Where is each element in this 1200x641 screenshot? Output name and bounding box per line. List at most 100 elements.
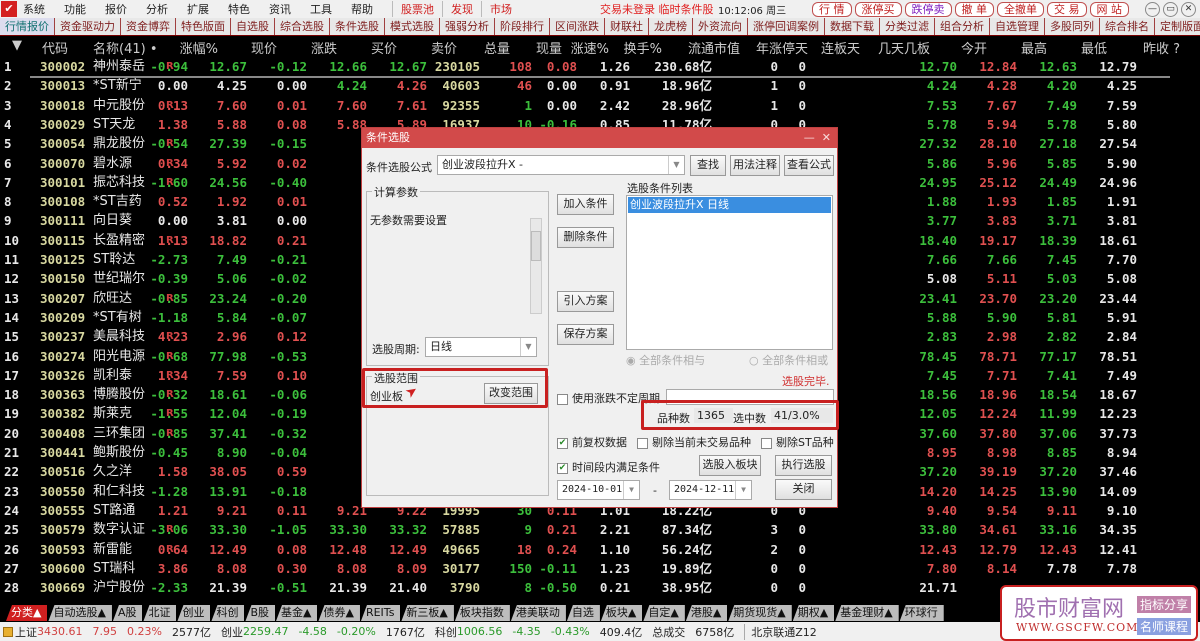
column-header[interactable]: 昨收 ? [1143,38,1180,57]
column-header[interactable]: 总量 [484,38,510,57]
column-header[interactable]: 换手% [624,38,662,57]
column-header[interactable]: 涨跌 [311,38,337,57]
tab-item[interactable]: 外资流向 [693,18,748,35]
menu-item[interactable]: 扩展 [187,1,209,17]
column-header[interactable]: 现量 [536,38,562,57]
category-tab[interactable]: 环球行 [899,605,944,621]
category-tab[interactable]: 自动选股▲ [48,605,112,621]
chevron-down-icon[interactable]: ▼ [668,156,684,174]
tab-item[interactable]: 自选管理 [990,18,1045,35]
quick-button[interactable]: 交 易 [1047,1,1087,17]
tab-item[interactable]: 定制版面 [1155,18,1200,35]
tab-item[interactable]: 区间涨跌 [550,18,605,35]
quick-button[interactable]: 涨停买 [854,1,902,17]
menu-item[interactable]: 帮助 [351,1,373,17]
quick-button[interactable]: 全撤单 [997,1,1044,17]
table-row[interactable]: 25 300579 数字认证 R -3.06 33.30 -1.05 33.30 33.32 57… [0,520,1170,539]
table-row[interactable]: 26 300593 新雷能 R 0.64 12.49 0.08 12.48 12.49 49665… [0,540,1170,559]
column-header[interactable]: 今开 [961,38,987,57]
tab-item[interactable]: 龙虎榜 [649,18,693,35]
restore-icon[interactable]: ▭ [1163,1,1178,17]
tab-item[interactable]: 资金博弈 [121,18,176,35]
category-tab[interactable]: 港股▲ [685,605,728,621]
dialog-titlebar[interactable]: 条件选股 — ✕ [362,128,837,148]
tab-item[interactable]: 阶段排行 [495,18,550,35]
save-plan-button[interactable]: 保存方案 [557,324,614,345]
chevron-down-icon[interactable]: ▼ [623,481,639,499]
tab-item[interactable]: 强弱分析 [440,18,495,35]
tab-item[interactable]: 资金驱动力 [55,18,121,35]
table-row[interactable]: 2 300013 *ST新宁 0.00 4.25 0.00 4.24 4.26 40603 46 0… [0,76,1170,95]
connection-status[interactable]: 北京联通Z12 [744,623,817,640]
category-tab[interactable]: 新三板▲ [401,605,454,621]
fq-checkbox[interactable]: ✔ 前复权数据 [557,434,627,450]
date-from-input[interactable]: 2024-10-01 ▼ [557,480,640,500]
minimize-icon[interactable]: — [1145,1,1160,17]
column-header[interactable]: 名称(41) • [93,38,158,57]
params-scrollbar[interactable] [530,218,542,314]
column-header[interactable]: 涨幅% [180,38,218,57]
category-tab[interactable]: 基金▲ [276,605,318,621]
chevron-down-icon[interactable]: ▼ [520,338,536,356]
exclude-notrade-checkbox[interactable]: 剔除当前未交易品种 [637,434,751,450]
date-to-input[interactable]: 2024-12-11 ▼ [669,480,752,500]
dialog-controls[interactable]: — ✕ [804,128,831,148]
table-row[interactable]: 3 300018 中元股份 R 0.13 7.60 0.01 7.60 7.61 92355 1 0.… [0,96,1170,115]
close-button[interactable]: 关闭 [775,479,832,500]
close-icon[interactable]: ✕ [1181,1,1196,17]
tab-item[interactable]: 组合分析 [935,18,990,35]
tab-item[interactable]: 涨停回调案例 [748,18,825,35]
quick-button[interactable]: 撤 单 [954,1,994,17]
menu-item[interactable]: 功能 [64,1,86,17]
category-tab[interactable]: B股 [245,605,276,621]
menu-item[interactable]: 特色 [228,1,250,17]
import-plan-button[interactable]: 引入方案 [557,291,614,312]
column-header[interactable]: 年涨停天 [756,38,808,57]
column-header[interactable]: 卖价 [431,38,457,57]
tab-item[interactable]: 综合排名 [1100,18,1155,35]
category-tab[interactable]: 自定▲ [643,605,685,621]
condition-list-item[interactable]: 创业波段拉升X 日线 [628,197,831,213]
column-header[interactable]: 最高 [1021,38,1047,57]
category-tab[interactable]: 创业 [177,605,211,621]
column-header[interactable]: 涨速% [571,38,609,57]
menu-item[interactable]: 资讯 [269,1,291,17]
condition-list[interactable]: 创业波段拉升X 日线 [626,195,833,350]
quick-button[interactable]: 行 情 [812,1,852,17]
menu-item[interactable]: 报价 [105,1,127,17]
find-button[interactable]: 查找 [690,155,726,176]
category-tab[interactable]: REITs [360,605,401,621]
chevron-down-icon[interactable]: ▼ [735,481,751,499]
category-tab[interactable]: 北证 [143,605,177,621]
column-header[interactable]: 几天几板 [878,38,930,57]
tab-item[interactable]: 自选股 [231,18,275,35]
category-tab[interactable]: 科创 [211,605,245,621]
tab-item[interactable]: 数据下载 [825,18,880,35]
menu-special-item[interactable]: 发现 [442,1,481,17]
radio-or[interactable]: ○ 全部条件相或 [749,352,828,368]
usage-button[interactable]: 用法注释 [730,155,780,176]
category-tab[interactable]: 期权▲ [792,605,835,621]
to-block-button[interactable]: 选股入板块 [699,455,761,476]
delete-condition-button[interactable]: 删除条件 [557,227,614,248]
tab-item[interactable]: 财联社 [605,18,649,35]
tab-item[interactable]: 分类过滤 [880,18,935,35]
menu-item[interactable]: 分析 [146,1,168,17]
category-tab[interactable]: 期货现货▲ [728,605,792,621]
view-formula-button[interactable]: 查看公式 [784,155,834,176]
add-condition-button[interactable]: 加入条件 [557,194,614,215]
column-header[interactable]: 现价 [251,38,277,57]
menu-item[interactable]: 工具 [310,1,332,17]
menu-special-item[interactable]: 股票池 [392,1,442,17]
in-period-checkbox[interactable]: ✔ 时间段内满足条件 [557,459,660,475]
quick-button[interactable]: 跌停卖 [904,1,952,17]
category-tab[interactable]: 债券▲ [318,605,360,621]
category-tab[interactable]: 板块指数 [454,605,510,621]
exclude-st-checkbox[interactable]: 剔除ST品种 [761,434,834,450]
table-row[interactable]: 1 300002 神州泰岳 R -0.94 12.67 -0.12 12.66 12.67 230… [0,57,1170,76]
column-header[interactable]: 买价 [371,38,397,57]
category-tab[interactable]: 基金理财▲ [835,605,899,621]
category-tab[interactable]: 港美联动 [510,605,566,621]
column-header[interactable]: 连板天 [821,38,860,57]
menu-special-item[interactable]: 市场 [481,1,520,17]
